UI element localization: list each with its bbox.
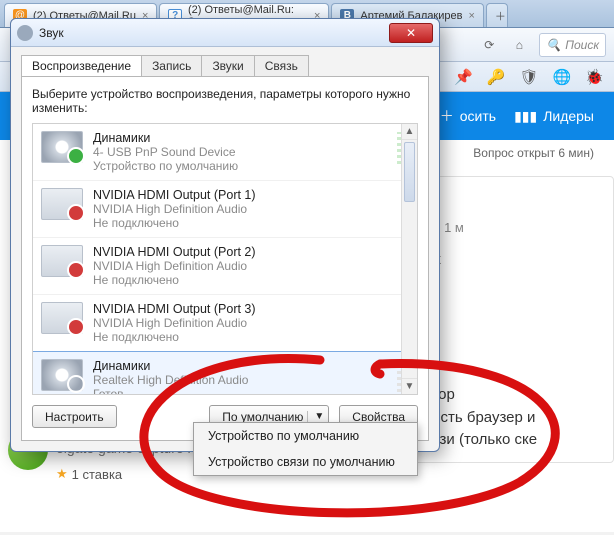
ext-icon[interactable]: 🔑 (487, 68, 506, 86)
scroll-thumb[interactable] (404, 142, 415, 202)
leaders-button[interactable]: ▮▮▮ Лидеры (514, 108, 594, 125)
scrollbar[interactable]: ▲ ▼ (401, 124, 417, 394)
menu-item-default-device[interactable]: Устройство по умолчанию (194, 423, 417, 449)
tab-sounds[interactable]: Звуки (201, 55, 254, 76)
device-sub: NVIDIA High Definition Audio (93, 316, 256, 330)
reload-icon[interactable]: ⟳ (479, 35, 499, 55)
dialog-title: Звук (39, 26, 64, 40)
ext-icon[interactable]: 🌐 (553, 68, 572, 86)
dialog-tabs: Воспроизведение Запись Звуки Связь (21, 55, 429, 76)
close-icon[interactable]: × (468, 10, 474, 22)
device-row[interactable]: NVIDIA HDMI Output (Port 3) NVIDIA High … (33, 295, 417, 352)
scroll-up-icon[interactable]: ▲ (402, 124, 417, 140)
device-name: NVIDIA HDMI Output (Port 2) (93, 245, 256, 259)
sound-icon (17, 25, 33, 41)
device-name: Динамики (93, 131, 238, 145)
monitor-icon (41, 245, 83, 277)
plus-icon: ＋ (440, 106, 454, 126)
device-row[interactable]: NVIDIA HDMI Output (Port 2) NVIDIA High … (33, 238, 417, 295)
device-row[interactable]: Динамики 4- USB PnP Sound Device Устройс… (33, 124, 417, 181)
speaker-icon (41, 359, 83, 391)
default-dropdown-menu: Устройство по умолчанию Устройство связи… (193, 422, 418, 476)
device-status: Не подключено (93, 330, 256, 344)
device-sub: NVIDIA High Definition Audio (93, 202, 256, 216)
leaders-label: Лидеры (543, 108, 594, 124)
chart-icon: ▮▮▮ (514, 108, 537, 125)
device-name: Динамики (93, 359, 248, 373)
close-icon: ✕ (406, 26, 416, 40)
device-sub: NVIDIA High Definition Audio (93, 259, 256, 273)
device-status: Готов (93, 387, 248, 394)
device-status: Не подключено (93, 216, 256, 230)
star-icon: ★ (56, 466, 68, 482)
device-row[interactable]: Динамики Realtek High Definition Audio Г… (33, 351, 417, 394)
author-time: 1 м (444, 220, 464, 235)
speaker-icon (41, 131, 83, 163)
device-name: NVIDIA HDMI Output (Port 1) (93, 188, 256, 202)
tab-playback[interactable]: Воспроизведение (21, 55, 142, 76)
chevron-down-icon: ▼ (307, 411, 324, 422)
scroll-down-icon[interactable]: ▼ (402, 378, 417, 394)
close-button[interactable]: ✕ (389, 23, 433, 43)
ext-icon[interactable]: 🐞 (585, 68, 604, 86)
home-icon[interactable]: ⌂ (509, 35, 529, 55)
left-rate: ★ 1 ставка (56, 466, 122, 482)
rate-label: 1 ставка (72, 467, 123, 482)
ask-button[interactable]: ＋ осить (440, 106, 496, 126)
menu-item-default-comm-device[interactable]: Устройство связи по умолчанию (194, 449, 417, 475)
tab-record[interactable]: Запись (141, 55, 202, 76)
device-status: Устройство по умолчанию (93, 159, 238, 173)
sound-dialog: Звук ✕ Воспроизведение Запись Звуки Связ… (10, 18, 440, 452)
configure-button[interactable]: Настроить (32, 405, 117, 428)
dialog-titlebar[interactable]: Звук ✕ (11, 19, 439, 47)
search-icon: 🔍 (546, 38, 561, 52)
device-sub: Realtek High Definition Audio (93, 373, 248, 387)
tab-panel: Выберите устройство воспроизведения, пар… (21, 76, 429, 441)
new-tab-button[interactable]: ＋ (486, 3, 508, 27)
ask-label: осить (460, 108, 496, 124)
panel-hint: Выберите устройство воспроизведения, пар… (32, 87, 418, 115)
device-sub: 4- USB PnP Sound Device (93, 145, 238, 159)
monitor-icon (41, 302, 83, 334)
tab-comm[interactable]: Связь (254, 55, 309, 76)
ext-icon[interactable]: 📌 (454, 68, 473, 86)
monitor-icon (41, 188, 83, 220)
device-row[interactable]: NVIDIA HDMI Output (Port 1) NVIDIA High … (33, 181, 417, 238)
device-name: NVIDIA HDMI Output (Port 3) (93, 302, 256, 316)
search-placeholder: Поиск (565, 38, 599, 52)
device-status: Не подключено (93, 273, 256, 287)
device-list: Динамики 4- USB PnP Sound Device Устройс… (32, 123, 418, 395)
ext-icon[interactable]: 🛡 (520, 68, 539, 86)
search-input[interactable]: 🔍 Поиск (539, 33, 606, 57)
